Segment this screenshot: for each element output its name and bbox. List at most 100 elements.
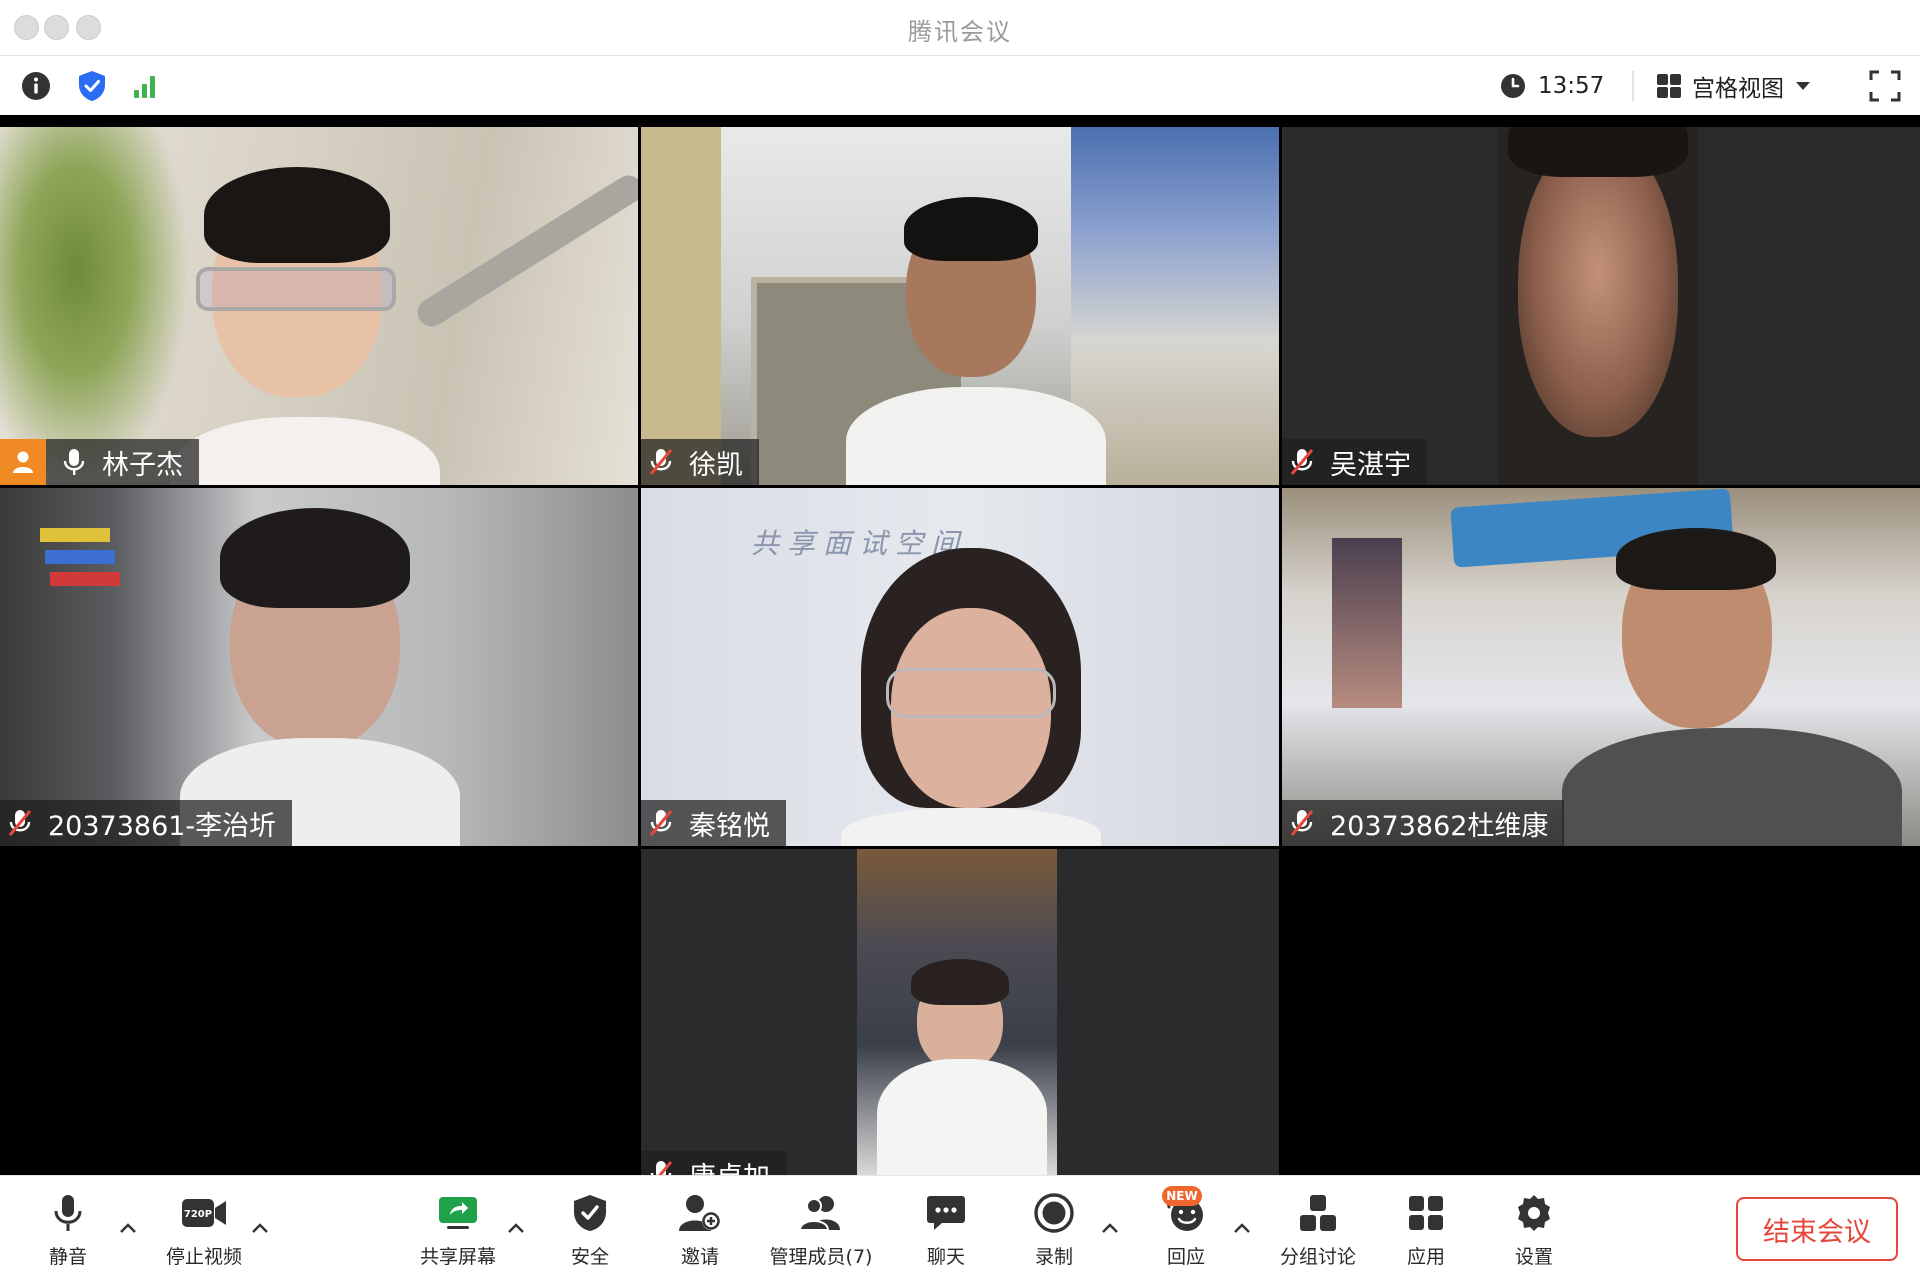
wardrobe [641, 127, 721, 485]
network-signal-icon[interactable] [130, 70, 162, 102]
chat-bubble-icon [921, 1190, 971, 1236]
manage-members-button[interactable]: 管理成员(7) [766, 1190, 876, 1272]
mic-muted-icon [641, 800, 681, 846]
reactions-options-caret[interactable] [1230, 1218, 1254, 1238]
video-tile[interactable]: 吴湛宇 [1282, 127, 1920, 485]
participant-name-tag: 徐凯 [641, 439, 759, 485]
video-grid: 林子杰 徐凯 吴湛宇 20373861-李治圻 共享面试空间 秦铭悦 20373… [0, 115, 1920, 1175]
window-title: 腾讯会议 [908, 18, 1012, 46]
participant-name: 徐凯 [689, 449, 743, 481]
security-shield-icon [565, 1190, 615, 1236]
video-tile[interactable]: 共享面试空间 秦铭悦 [641, 488, 1279, 846]
stop-video-button[interactable]: 720P 停止视频 [160, 1190, 248, 1272]
divider [1632, 71, 1634, 101]
host-person-icon [13, 451, 33, 473]
video-quality-badge: 720P [184, 1209, 212, 1220]
participant-video [1282, 488, 1920, 846]
invite-label: 邀请 [680, 1246, 719, 1268]
participant-video [0, 488, 638, 846]
participant-name: 林子杰 [102, 449, 183, 481]
new-badge: NEW [1162, 1186, 1202, 1206]
participant-name-tag: 20373861-李治圻 [0, 800, 293, 846]
video-tile[interactable]: 20373862杜维康 [1282, 488, 1920, 846]
members-icon [796, 1190, 846, 1236]
meeting-toolbar: 静音 720P 停止视频 共享屏幕 安全 邀请 管理成员(7) 聊天 录制 回应… [0, 1175, 1920, 1280]
audio-options-caret[interactable] [116, 1218, 140, 1238]
video-tile[interactable]: 林子杰 [0, 127, 638, 485]
mute-button[interactable]: 静音 [42, 1190, 94, 1272]
clock-icon [1501, 74, 1525, 98]
encryption-shield-icon[interactable] [76, 70, 108, 102]
record-button[interactable]: 录制 [1026, 1190, 1082, 1272]
host-badge [0, 439, 46, 485]
participant-video [0, 127, 638, 485]
chevron-up-icon [252, 1223, 268, 1233]
participant-figure [846, 197, 1106, 485]
breakout-rooms-label: 分组讨论 [1279, 1246, 1356, 1268]
share-options-caret[interactable] [504, 1218, 528, 1238]
participant-name: 吴湛宇 [1330, 449, 1411, 481]
chevron-up-icon [508, 1223, 524, 1233]
apps-grid-icon [1401, 1190, 1451, 1236]
participant-name-tag: 秦铭悦 [641, 800, 786, 846]
share-screen-label: 共享屏幕 [419, 1246, 496, 1268]
mute-label: 静音 [48, 1246, 87, 1268]
participant-name-tag: 20373862杜维康 [1282, 800, 1565, 846]
security-button[interactable]: 安全 [562, 1190, 618, 1272]
mic-muted-icon [1282, 439, 1322, 485]
participant-name: 20373862杜维康 [1330, 810, 1549, 842]
participant-name-tag: 林子杰 [0, 439, 199, 485]
video-options-caret[interactable] [248, 1218, 272, 1238]
meeting-time: 13:57 [1538, 73, 1605, 99]
invite-button[interactable]: 邀请 [672, 1190, 728, 1272]
reactions-label: 回应 [1166, 1246, 1205, 1268]
participant-figure [1562, 528, 1902, 846]
invite-person-icon [675, 1190, 725, 1236]
fullscreen-icon [1869, 70, 1901, 102]
chat-button[interactable]: 聊天 [918, 1190, 974, 1272]
chevron-up-icon [1102, 1223, 1118, 1233]
meeting-window: 腾讯会议 13:57 宫格视图 林子杰 徐凯 吴湛宇 20373861-李治圻 … [0, 0, 1920, 1280]
participant-figure [180, 508, 460, 846]
mic-muted-icon [0, 800, 40, 846]
manage-members-label: 管理成员(7) [769, 1246, 873, 1268]
participant-figure [1498, 127, 1698, 485]
participant-figure [170, 167, 440, 485]
meeting-timer: 13:57 [1500, 69, 1604, 103]
participant-video [641, 127, 1279, 485]
participant-name: 20373861-李治圻 [48, 810, 277, 842]
railing [412, 170, 638, 332]
apps-label: 应用 [1406, 1246, 1445, 1268]
view-mode-label: 宫格视图 [1692, 76, 1784, 102]
mic-muted-icon [641, 1151, 681, 1175]
settings-label: 设置 [1514, 1246, 1553, 1268]
video-tile[interactable]: 徐凯 [641, 127, 1279, 485]
share-screen-button[interactable]: 共享屏幕 [412, 1190, 504, 1272]
apps-button[interactable]: 应用 [1398, 1190, 1454, 1272]
breakout-rooms-button[interactable]: 分组讨论 [1276, 1190, 1360, 1272]
gear-icon [1509, 1190, 1559, 1236]
hanging-clothes [1332, 538, 1402, 708]
record-label: 录制 [1034, 1246, 1073, 1268]
settings-button[interactable]: 设置 [1506, 1190, 1562, 1272]
share-screen-icon [433, 1190, 483, 1236]
meeting-info-icon[interactable] [20, 70, 52, 102]
view-mode-selector[interactable]: 宫格视图 [1656, 69, 1812, 103]
mic-on-icon [54, 439, 94, 485]
title-bar: 腾讯会议 [0, 0, 1920, 56]
video-tile[interactable]: 20373861-李治圻 [0, 488, 638, 846]
record-options-caret[interactable] [1098, 1218, 1122, 1238]
chat-label: 聊天 [926, 1246, 965, 1268]
record-icon [1029, 1190, 1079, 1236]
video-tile[interactable]: 唐卓加 [641, 849, 1279, 1175]
chevron-up-icon [1234, 1223, 1250, 1233]
participant-video [857, 849, 1057, 1175]
mic-muted-icon [1282, 800, 1322, 846]
participant-name: 秦铭悦 [689, 810, 770, 842]
participant-figure [877, 959, 1047, 1175]
end-meeting-button[interactable]: 结束会议 [1736, 1197, 1898, 1261]
participant-name-tag: 吴湛宇 [1282, 439, 1427, 485]
fullscreen-button[interactable] [1868, 69, 1902, 103]
participant-video [1498, 127, 1698, 485]
dropdown-caret-icon [1796, 82, 1810, 90]
